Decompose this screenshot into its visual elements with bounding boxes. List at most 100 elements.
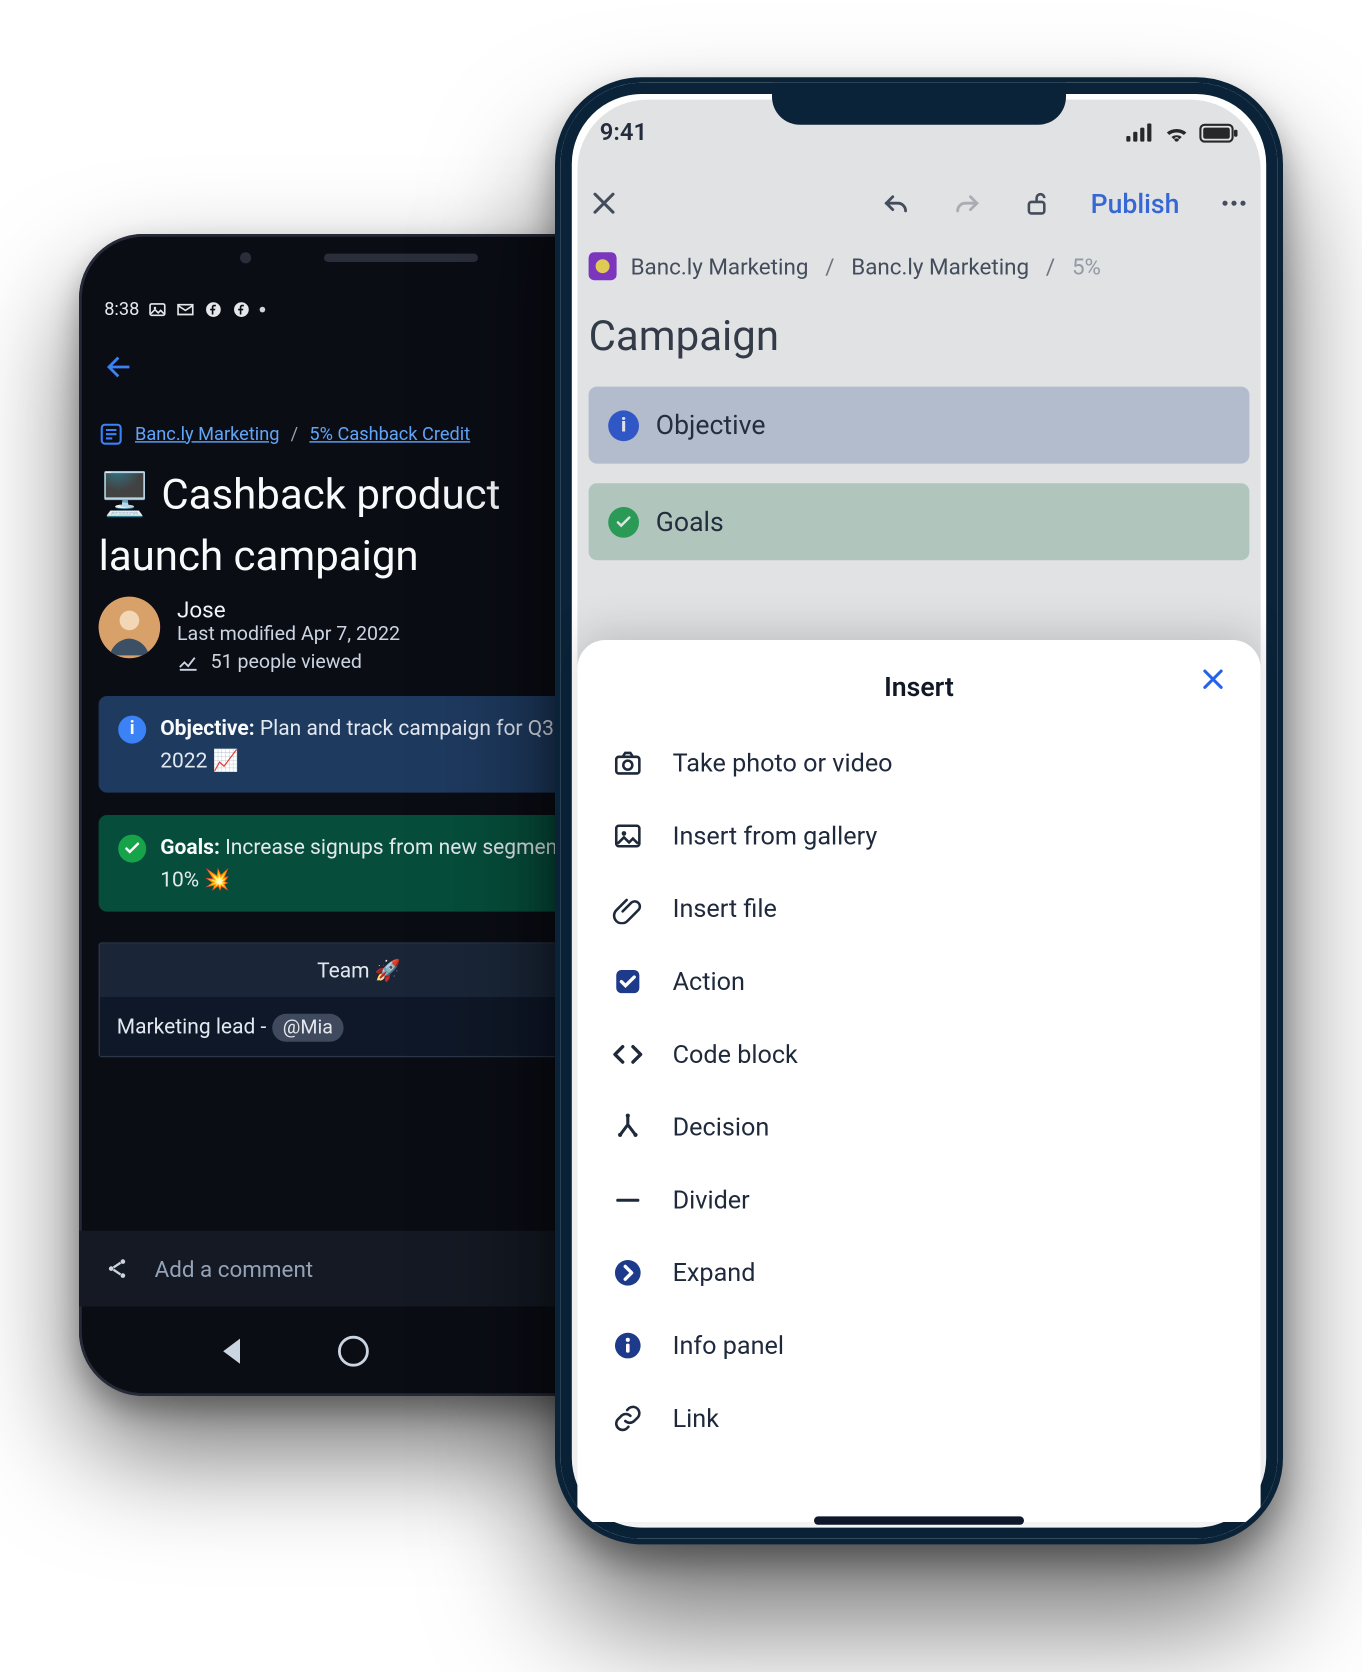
comment-placeholder[interactable]: Add a comment (155, 1255, 314, 1282)
insert-sheet: Insert Take photo or video Insert from ga… (577, 640, 1260, 1522)
check-circle-icon (118, 835, 146, 863)
insert-menu-item-label: Decision (673, 1113, 770, 1142)
redo-button[interactable] (951, 188, 982, 219)
insert-menu-item[interactable]: Decision (600, 1091, 1238, 1164)
gmail-icon (176, 300, 196, 320)
table-cell-text: Marketing lead - (117, 1014, 272, 1039)
table-header: Team 🚀 (100, 944, 618, 997)
paperclip-icon (611, 892, 645, 926)
panel-text: Goals (656, 506, 724, 538)
ios-clock: 9:41 (600, 119, 647, 147)
breadcrumb-separator: / (291, 424, 299, 445)
facebook-icon (204, 300, 224, 320)
close-button[interactable] (589, 188, 620, 219)
insert-menu-item[interactable]: Link (600, 1382, 1238, 1455)
publish-button[interactable]: Publish (1091, 187, 1180, 219)
info-icon: i (118, 716, 146, 744)
insert-menu-item-label: Divider (673, 1185, 750, 1214)
check-circle-icon (608, 506, 639, 537)
wifi-icon (1163, 123, 1191, 143)
breadcrumb-space[interactable]: Banc.ly Marketing (135, 424, 279, 445)
insert-menu-list: Take photo or video Insert from gallery In… (586, 721, 1252, 1460)
editor-toolbar: Publish (561, 167, 1278, 240)
table-row: Marketing lead - @Mia (100, 997, 618, 1056)
camera-icon (611, 746, 645, 780)
info-panel: i Objective: Plan and track campaign for… (99, 696, 620, 793)
nav-back-button[interactable] (223, 1339, 240, 1364)
page-title-line: launch campaign (99, 530, 419, 583)
page-title-line: 🖥️ Cashback product (99, 469, 501, 521)
insert-menu-item-label: Info panel (673, 1331, 784, 1360)
success-panel[interactable]: Goals (589, 483, 1250, 560)
unlock-button[interactable] (1021, 188, 1052, 219)
back-button[interactable] (101, 350, 135, 384)
insert-menu-item[interactable]: Insert file (600, 872, 1238, 945)
space-icon[interactable] (589, 252, 617, 280)
author-name[interactable]: Jose (177, 597, 400, 624)
insert-menu-item[interactable]: Take photo or video (600, 727, 1238, 800)
insert-menu-item[interactable]: Action (600, 945, 1238, 1018)
facebook-icon (232, 300, 252, 320)
home-indicator[interactable] (814, 1516, 1024, 1524)
divider-icon (611, 1183, 645, 1217)
insert-menu-item[interactable]: Info panel (600, 1309, 1238, 1382)
info-icon (611, 1329, 645, 1363)
iphone-notch (772, 83, 1066, 125)
page-title[interactable]: Campaign (589, 312, 1250, 361)
expand-icon (611, 1256, 645, 1290)
decision-icon (611, 1110, 645, 1144)
page-title: 🖥️ Cashback product launch campaign (99, 469, 620, 582)
avatar[interactable] (99, 597, 161, 659)
team-table: Team 🚀 Marketing lead - @Mia (99, 942, 620, 1057)
last-modified: Last modified Apr 7, 2022 (177, 623, 400, 645)
iphone-frame: 9:41 (555, 77, 1283, 1544)
breadcrumb-separator: / (822, 253, 837, 280)
breadcrumb: Banc.ly Marketing / 5% Cashback Credit (99, 422, 620, 447)
insert-menu-item-label: Code block (673, 1040, 798, 1069)
breadcrumb-crumb[interactable]: Banc.ly Marketing (631, 253, 809, 280)
panel-label: Goals: (160, 835, 220, 860)
android-clock: 8:38 (104, 299, 139, 320)
analytics-icon (177, 651, 199, 673)
android-earpiece (324, 254, 478, 262)
more-button[interactable] (1219, 188, 1250, 219)
breadcrumb: Banc.ly Marketing / Banc.ly Marketing / … (561, 240, 1278, 293)
editor-body[interactable]: Campaign i Objective Goals (561, 293, 1278, 586)
status-overflow-dot (260, 307, 266, 313)
user-mention[interactable]: @Mia (272, 1014, 345, 1042)
nav-home-button[interactable] (338, 1336, 369, 1367)
close-button[interactable] (1199, 665, 1227, 693)
insert-menu-item[interactable]: Expand (600, 1236, 1238, 1309)
breadcrumb-crumb[interactable]: Banc.ly Marketing (851, 253, 1029, 280)
insert-menu-item-label: Take photo or video (673, 749, 893, 778)
undo-button[interactable] (881, 188, 912, 219)
picture-icon (148, 300, 168, 320)
android-front-camera (240, 252, 251, 263)
view-count[interactable]: 51 people viewed (211, 651, 362, 673)
battery-icon (1199, 123, 1238, 143)
sheet-title: Insert (884, 670, 954, 702)
checkbox-icon (611, 965, 645, 999)
insert-menu-item-label: Link (673, 1404, 719, 1433)
share-icon[interactable] (104, 1255, 132, 1283)
panel-label: Objective: (160, 716, 254, 741)
insert-menu-item-label: Insert file (673, 894, 777, 923)
insert-menu-item[interactable]: Divider (600, 1164, 1238, 1237)
breadcrumb-separator: / (1043, 253, 1058, 280)
breadcrumb-parent[interactable]: 5% Cashback Credit (309, 424, 470, 445)
code-icon (611, 1038, 645, 1072)
info-panel[interactable]: i Objective (589, 387, 1250, 464)
success-panel: Goals: Increase signups from new segment… (99, 815, 620, 912)
breadcrumb-crumb-truncated[interactable]: 5% (1072, 253, 1101, 280)
link-icon (611, 1402, 645, 1436)
insert-menu-item-label: Expand (673, 1258, 756, 1287)
cellular-icon (1126, 123, 1154, 143)
insert-menu-item[interactable]: Insert from gallery (600, 800, 1238, 873)
page-byline: Jose Last modified Apr 7, 2022 51 people… (99, 597, 620, 674)
page-tree-icon (99, 422, 124, 447)
insert-menu-item[interactable]: Code block (600, 1018, 1238, 1091)
insert-menu-item-label: Action (673, 967, 745, 996)
info-icon: i (608, 410, 639, 441)
panel-text: Increase signups from new segment by 10%… (160, 835, 591, 892)
insert-menu-item-label: Insert from gallery (673, 821, 878, 850)
